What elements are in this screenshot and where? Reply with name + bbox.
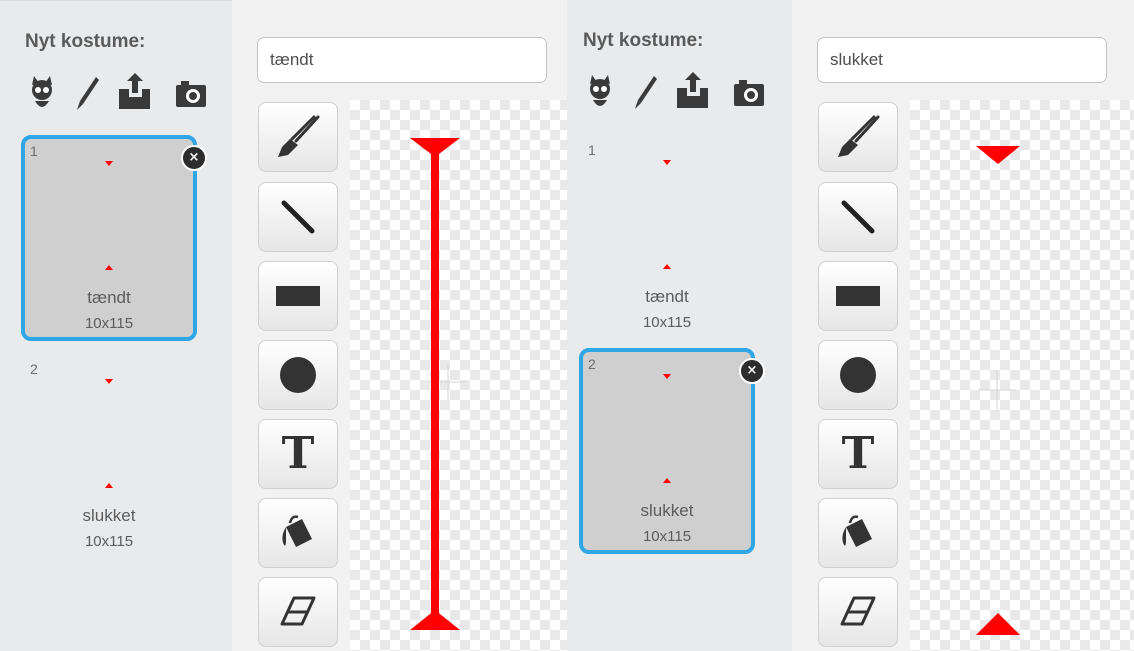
ellipse-tool[interactable] bbox=[258, 340, 338, 410]
costume-drawing bbox=[976, 146, 1020, 635]
upload-icon[interactable] bbox=[116, 73, 152, 113]
delete-costume-button[interactable]: × bbox=[739, 358, 765, 384]
camera-icon[interactable] bbox=[730, 72, 766, 112]
text-icon: T bbox=[281, 428, 315, 479]
lamp-top-triangle bbox=[976, 146, 1020, 164]
costume-name: slukket bbox=[640, 501, 694, 520]
rectangle-icon bbox=[836, 286, 880, 306]
brush-icon bbox=[278, 115, 320, 157]
thumbnail-marker-top bbox=[105, 379, 113, 384]
sprite-library-icon[interactable] bbox=[582, 72, 618, 112]
fill-tool[interactable] bbox=[818, 498, 898, 568]
paint-bucket-icon bbox=[842, 515, 872, 547]
line-tool[interactable] bbox=[258, 182, 338, 252]
rectangle-tool[interactable] bbox=[258, 261, 338, 331]
paint-editor: T bbox=[232, 0, 567, 651]
brush-tool[interactable] bbox=[258, 102, 338, 172]
costume-editor-left: Nyt kostume: 1 tændt 10x115 × 2 slukket … bbox=[0, 0, 567, 651]
line-tool[interactable] bbox=[818, 182, 898, 252]
ellipse-icon bbox=[840, 357, 876, 393]
costume-list-pane: Nyt kostume: 1 tændt 10x115 2 slukket 10… bbox=[567, 0, 799, 651]
costume-list-pane: Nyt kostume: 1 tændt 10x115 × 2 slukket … bbox=[0, 0, 232, 651]
camera-icon[interactable] bbox=[172, 73, 208, 113]
eraser-tool[interactable] bbox=[258, 577, 338, 647]
rectangle-icon bbox=[276, 286, 320, 306]
new-costume-heading: Nyt kostume: bbox=[583, 30, 704, 51]
brush-icon bbox=[838, 115, 880, 157]
costume-size: 10x115 bbox=[84, 315, 134, 332]
eraser-tool[interactable] bbox=[818, 577, 898, 647]
text-icon: T bbox=[841, 428, 875, 479]
costume-size: 10x115 bbox=[642, 528, 692, 545]
thumbnail-marker-bottom bbox=[663, 478, 671, 483]
text-tool[interactable]: T bbox=[258, 419, 338, 489]
eraser-icon bbox=[840, 596, 876, 626]
costume-size: 10x115 bbox=[84, 533, 134, 550]
paint-brush-icon[interactable] bbox=[628, 72, 664, 112]
costume-drawing bbox=[410, 138, 466, 630]
costume-name: tændt bbox=[87, 288, 131, 307]
paint-bucket-icon bbox=[282, 515, 312, 547]
thumbnail-marker-bottom bbox=[105, 483, 113, 488]
line-icon bbox=[841, 200, 875, 234]
costume-thumbnail bbox=[583, 352, 751, 492]
costume-thumbnail bbox=[25, 139, 193, 279]
costume-item-2[interactable]: 2 slukket 10x115 × bbox=[579, 348, 765, 554]
rectangle-tool[interactable] bbox=[818, 261, 898, 331]
ellipse-tool[interactable] bbox=[818, 340, 898, 410]
costume-name: tændt bbox=[645, 287, 689, 306]
paint-brush-icon[interactable] bbox=[70, 73, 106, 113]
costume-name: slukket bbox=[82, 506, 136, 525]
sprite-library-icon[interactable] bbox=[24, 73, 60, 113]
costume-editor-right: Nyt kostume: 1 tændt 10x115 2 slukket 10… bbox=[567, 0, 1134, 651]
costume-thumbnail bbox=[21, 353, 197, 493]
drawing-canvas[interactable] bbox=[910, 100, 1134, 651]
thumbnail-marker-top bbox=[663, 160, 671, 165]
costume-size: 10x115 bbox=[642, 314, 692, 331]
delete-costume-button[interactable]: × bbox=[181, 145, 207, 171]
thumbnail-marker-top bbox=[105, 161, 113, 166]
ellipse-icon bbox=[280, 357, 316, 393]
paint-editor: T bbox=[792, 0, 1134, 651]
upload-icon[interactable] bbox=[674, 72, 710, 112]
text-tool[interactable]: T bbox=[818, 419, 898, 489]
eraser-icon bbox=[280, 596, 316, 626]
costume-name-input[interactable] bbox=[817, 37, 1107, 83]
line-icon bbox=[281, 200, 315, 234]
thumbnail-marker-bottom bbox=[105, 265, 113, 270]
lamp-bottom-triangle bbox=[410, 610, 460, 630]
lamp-line bbox=[431, 150, 439, 618]
costume-item-1[interactable]: 1 tændt 10x115 bbox=[579, 134, 755, 340]
lamp-bottom-triangle bbox=[976, 613, 1020, 635]
costume-thumbnail bbox=[579, 134, 755, 274]
drawing-canvas[interactable] bbox=[350, 100, 567, 651]
new-costume-heading: Nyt kostume: bbox=[25, 31, 146, 52]
costume-item-2[interactable]: 2 slukket 10x115 bbox=[21, 353, 197, 559]
costume-item-1[interactable]: 1 tændt 10x115 × bbox=[21, 135, 207, 341]
thumbnail-marker-top bbox=[663, 374, 671, 379]
thumbnail-marker-bottom bbox=[663, 264, 671, 269]
brush-tool[interactable] bbox=[818, 102, 898, 172]
fill-tool[interactable] bbox=[258, 498, 338, 568]
costume-name-input[interactable] bbox=[257, 37, 547, 83]
